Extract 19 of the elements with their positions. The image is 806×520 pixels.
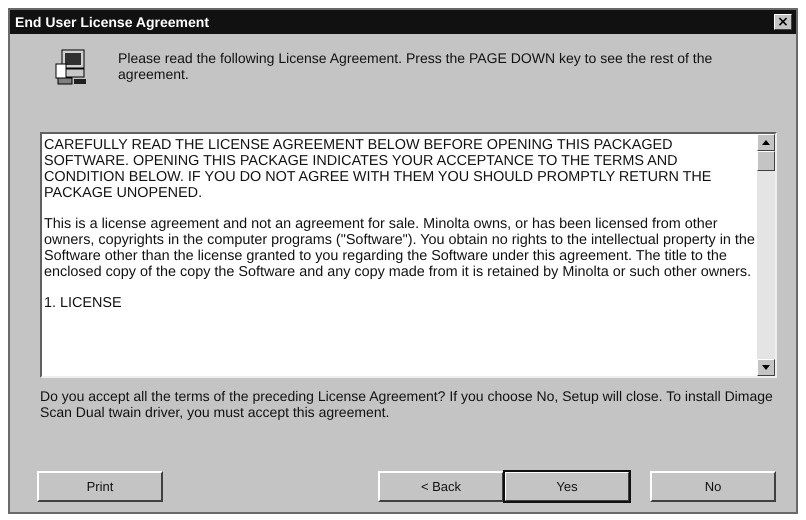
scroll-up-button[interactable] [757,134,775,151]
instruction-text: Please read the following License Agreement. Press the PAGE DOWN key to see the rest of the agreement. [118,50,714,82]
down-arrow-icon [762,365,770,370]
license-paragraph: CAREFULLY READ THE LICENSE AGREEMENT BELOW BEFORE OPENING THIS PACKAGED SOFTWARE. OPENING THIS PACKAGE INDICATES YOUR ACCEPTANCE TO THE TERMS AND CONDITION BELOW. IF YOU DO NOT AGREE WITH THEM YOU SHOULD PROMPTLY RETURN THE PACKAGE UNOPENED. [44,137,712,201]
vertical-scrollbar[interactable] [757,134,775,376]
dialog-button[interactable]: No [650,471,776,502]
window-title: End User License Agreement [15,14,209,30]
question-text: Do you accept all the terms of the preceding License Agreement? If you choose No, Setup will close. To install Dimage Scan Dual twain driver, you must accept this agreement. [40,388,774,420]
computer-icon [54,48,88,86]
print-button[interactable]: Print [37,471,163,502]
license-paragraph: This is a license agreement and not an agreement for sale. Minolta owns, or has been licensed from other owners, copyrights in the computer programs ("Software"). You obtain no rights to the intellectual property in the Software other than the license granted to you regarding the Software under this agreement. The title to the enclosed copy of the copy the Software and any copy made from it is retained by Minolta or such other owners. [44,216,755,280]
license-paragraph: 1. LICENSE [44,295,123,311]
license-text-area[interactable] [40,132,777,378]
close-button[interactable]: × [774,14,792,30]
scroll-thumb[interactable] [757,151,775,171]
scroll-down-button[interactable] [757,359,775,376]
dialog-button[interactable]: < Back [378,471,504,502]
up-arrow-icon [762,140,770,145]
dialog-button[interactable]: Yes [504,471,630,502]
